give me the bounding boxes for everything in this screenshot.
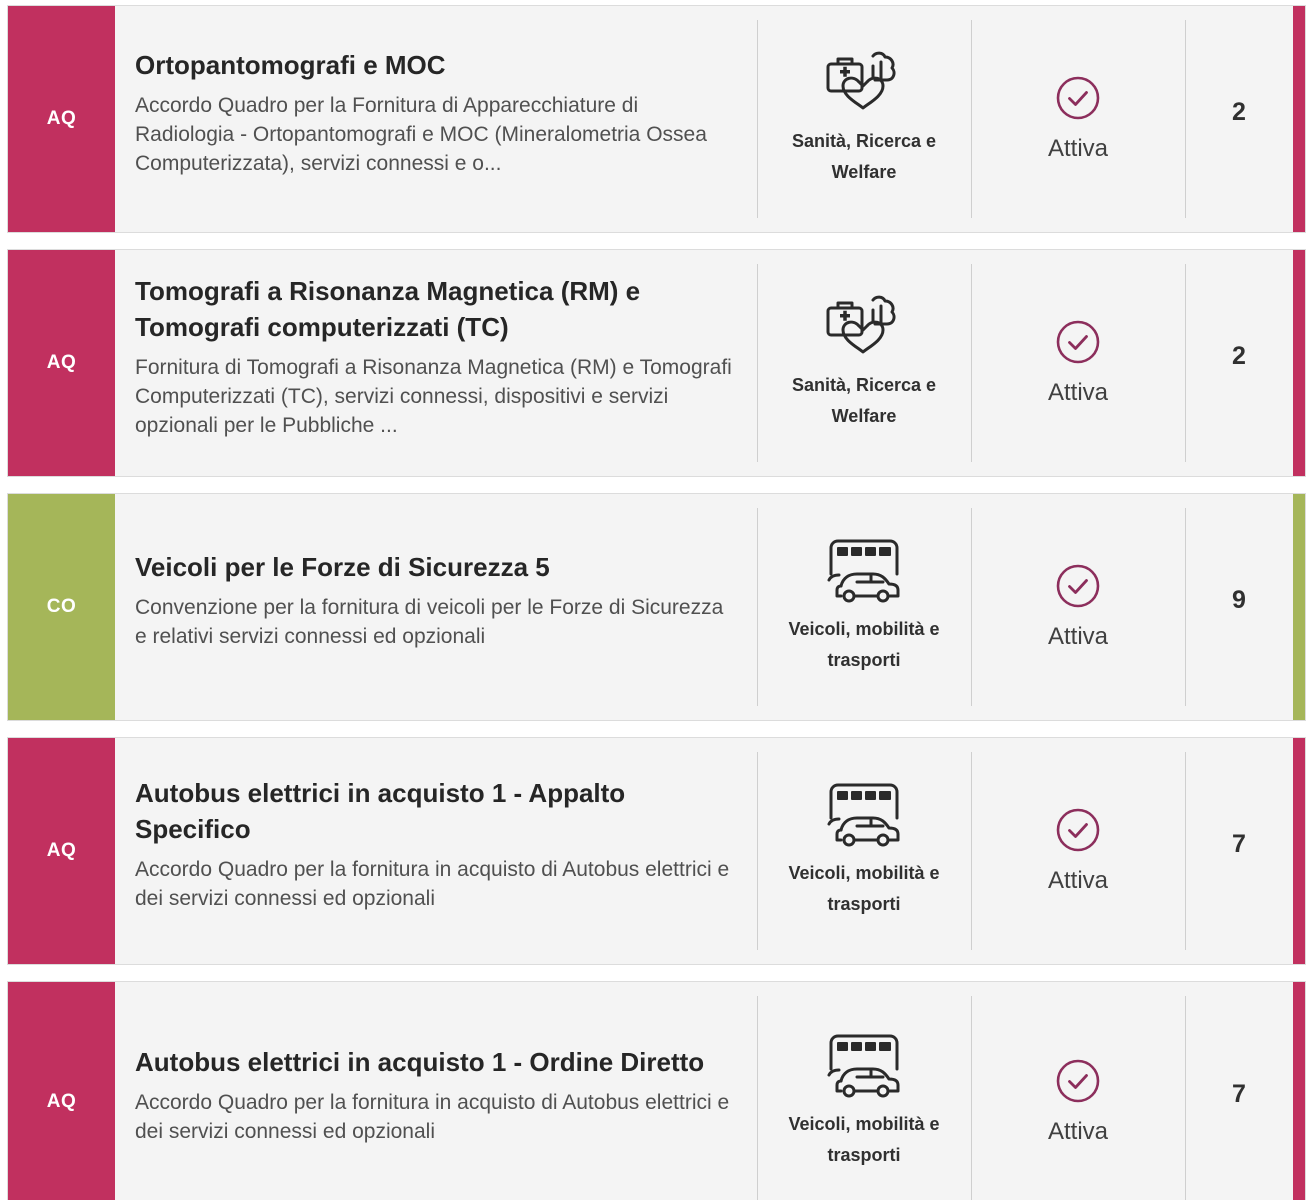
list-item[interactable]: AQ Tomografi a Risonanza Magnetica (RM) …: [7, 249, 1306, 477]
category-label: Veicoli, mobilità e trasporti: [788, 619, 940, 670]
category-cell: Veicoli, mobilità e trasporti: [757, 738, 971, 964]
count-value: 7: [1232, 1080, 1246, 1108]
accent-edge: [1293, 6, 1305, 232]
count-cell: 2: [1185, 250, 1293, 476]
count-value: 7: [1232, 829, 1246, 858]
accent-edge: [1293, 250, 1305, 476]
count-value: 2: [1232, 97, 1246, 126]
status-label: Attiva: [1047, 1117, 1109, 1145]
item-list: AQ Ortopantomografi e MOC Accordo Quadro…: [0, 0, 1306, 1200]
type-badge: CO: [8, 494, 115, 720]
category-cell: Veicoli, mobilità e trasporti: [757, 982, 971, 1200]
health-research-icon: [825, 50, 903, 116]
item-content: Autobus elettrici in acquisto 1 - Ordine…: [115, 982, 757, 1200]
count-value: 9: [1232, 585, 1246, 614]
status-label: Attiva: [1047, 867, 1109, 894]
check-circle-icon: [1055, 319, 1101, 365]
item-description: Accordo Quadro per la fornitura in acqui…: [135, 1090, 730, 1143]
check-circle-icon: [1055, 75, 1101, 121]
list-item[interactable]: AQ Autobus elettrici in acquisto 1 - App…: [7, 737, 1306, 965]
check-circle-icon: [1055, 563, 1101, 609]
item-content: Ortopantomografi e MOC Accordo Quadro pe…: [115, 6, 757, 232]
health-research-icon: [825, 294, 903, 360]
check-circle-icon: [1055, 1058, 1101, 1104]
vehicles-icon: [825, 782, 903, 848]
type-badge: AQ: [8, 982, 115, 1200]
vehicles-icon: [825, 1033, 903, 1099]
status-cell: Attiva: [971, 982, 1185, 1200]
item-description: Accordo Quadro per la Fornitura di Appar…: [135, 93, 707, 175]
check-circle-icon: [1055, 807, 1101, 853]
item-title[interactable]: Tomografi a Risonanza Magnetica (RM) e T…: [135, 273, 737, 345]
status-cell: Attiva: [971, 494, 1185, 720]
accent-edge: [1293, 494, 1305, 720]
accent-edge: [1293, 738, 1305, 964]
category-cell: Sanità, Ricerca e Welfare: [757, 250, 971, 476]
count-cell: 7: [1185, 982, 1293, 1200]
item-description: Accordo Quadro per la fornitura in acqui…: [135, 858, 730, 910]
vehicles-icon: [825, 538, 903, 604]
type-badge: AQ: [8, 6, 115, 232]
item-content: Autobus elettrici in acquisto 1 - Appalt…: [115, 738, 757, 964]
category-cell: Sanità, Ricerca e Welfare: [757, 6, 971, 232]
status-cell: Attiva: [971, 250, 1185, 476]
category-label: Sanità, Ricerca e Welfare: [791, 131, 937, 182]
status-label: Attiva: [1047, 135, 1109, 162]
count-cell: 2: [1185, 6, 1293, 232]
category-label: Veicoli, mobilità e trasporti: [788, 1113, 940, 1165]
list-item[interactable]: AQ Ortopantomografi e MOC Accordo Quadro…: [7, 5, 1306, 233]
category-label: Sanità, Ricerca e Welfare: [791, 375, 937, 426]
item-content: Veicoli per le Forze di Sicurezza 5 Conv…: [115, 494, 757, 720]
type-badge: AQ: [8, 738, 115, 964]
count-value: 2: [1232, 341, 1246, 370]
status-cell: Attiva: [971, 738, 1185, 964]
list-item[interactable]: AQ Autobus elettrici in acquisto 1 - Ord…: [7, 981, 1306, 1200]
item-description: Fornitura di Tomografi a Risonanza Magne…: [135, 355, 732, 437]
status-label: Attiva: [1047, 379, 1109, 406]
count-cell: 7: [1185, 738, 1293, 964]
item-title[interactable]: Ortopantomografi e MOC: [135, 47, 737, 83]
type-badge: AQ: [8, 250, 115, 476]
item-description: Convenzione per la fornitura di veicoli …: [135, 596, 724, 648]
item-content: Tomografi a Risonanza Magnetica (RM) e T…: [115, 250, 757, 476]
item-title[interactable]: Veicoli per le Forze di Sicurezza 5: [135, 549, 737, 585]
accent-edge: [1293, 982, 1305, 1200]
count-cell: 9: [1185, 494, 1293, 720]
item-title[interactable]: Autobus elettrici in acquisto 1 - Ordine…: [135, 1044, 737, 1080]
category-cell: Veicoli, mobilità e trasporti: [757, 494, 971, 720]
status-cell: Attiva: [971, 6, 1185, 232]
item-title[interactable]: Autobus elettrici in acquisto 1 - Appalt…: [135, 775, 737, 847]
list-item[interactable]: CO Veicoli per le Forze di Sicurezza 5 C…: [7, 493, 1306, 721]
category-label: Veicoli, mobilità e trasporti: [788, 863, 940, 914]
status-label: Attiva: [1047, 623, 1109, 650]
